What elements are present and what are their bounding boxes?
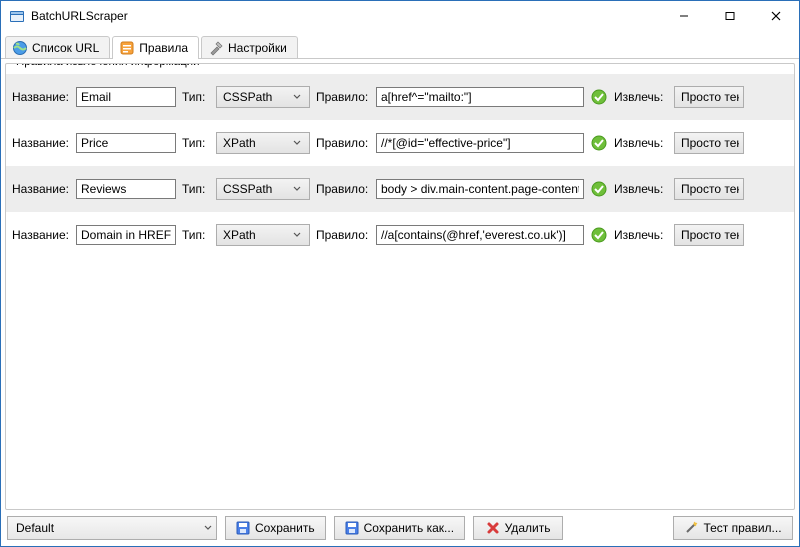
groupbox-legend: Правила извлечения информации — [12, 63, 204, 68]
button-label: Сохранить как... — [364, 521, 454, 535]
name-input[interactable] — [76, 133, 176, 153]
name-input[interactable] — [76, 87, 176, 107]
label-name: Название: — [12, 182, 70, 196]
bottombar: Default Сохранить — [1, 510, 799, 546]
chevron-down-icon — [204, 524, 212, 532]
label-extract: Извлечь: — [614, 136, 668, 150]
label-extract: Извлечь: — [614, 182, 668, 196]
combo-text: Просто текст — [681, 228, 739, 242]
label-type: Тип: — [182, 136, 210, 150]
rules-list: Название: Тип: CSSPath Правило: — [6, 74, 794, 509]
label-name: Название: — [12, 90, 70, 104]
tools-icon — [208, 40, 224, 56]
tab-label: Настройки — [228, 41, 287, 55]
tab-label: Список URL — [32, 41, 99, 55]
window-title: BatchURLScraper — [31, 9, 661, 23]
combo-text: CSSPath — [223, 90, 293, 104]
button-label: Тест правил... — [703, 521, 781, 535]
combo-text: Просто текст — [681, 136, 739, 150]
rule-input[interactable] — [376, 179, 584, 199]
combo-text: Просто текст — [681, 90, 739, 104]
tab-label: Правила — [139, 41, 188, 55]
rule-row: Название: Тип: CSSPath Правило: — [6, 166, 794, 212]
label-name: Название: — [12, 136, 70, 150]
disk-icon — [345, 521, 359, 535]
test-rules-button[interactable]: Тест правил... — [673, 516, 793, 540]
extract-combo[interactable]: Просто текст — [674, 178, 744, 200]
close-button[interactable] — [753, 1, 799, 31]
type-combo[interactable]: CSSPath — [216, 86, 310, 108]
chevron-down-icon — [293, 231, 305, 239]
chevron-down-icon — [293, 185, 305, 193]
rules-groupbox: Правила извлечения информации Название: … — [5, 63, 795, 510]
tab-settings[interactable]: Настройки — [201, 36, 298, 58]
app-icon — [9, 8, 25, 24]
extract-combo[interactable]: Просто текст — [674, 86, 744, 108]
combo-text: Default — [16, 521, 204, 535]
rules-icon — [119, 40, 135, 56]
chevron-down-icon — [293, 139, 305, 147]
status-ok-icon — [590, 180, 608, 198]
label-rule: Правило: — [316, 90, 370, 104]
extract-combo[interactable]: Просто текст — [674, 132, 744, 154]
rule-input[interactable] — [376, 87, 584, 107]
tabstrip: Список URL Правила Настройки — [1, 31, 799, 59]
label-type: Тип: — [182, 182, 210, 196]
rule-input[interactable] — [376, 225, 584, 245]
name-input[interactable] — [76, 179, 176, 199]
label-name: Название: — [12, 228, 70, 242]
profile-combo[interactable]: Default — [7, 516, 217, 540]
rule-row: Название: Тип: CSSPath Правило: — [6, 74, 794, 120]
button-label: Удалить — [505, 521, 551, 535]
combo-text: XPath — [223, 136, 293, 150]
delete-icon — [486, 521, 500, 535]
wand-icon — [684, 521, 698, 535]
combo-text: CSSPath — [223, 182, 293, 196]
app-window: BatchURLScraper Список URL — [0, 0, 800, 547]
minimize-button[interactable] — [661, 1, 707, 31]
titlebar: BatchURLScraper — [1, 1, 799, 31]
rule-row: Название: Тип: XPath Правило: — [6, 120, 794, 166]
save-button[interactable]: Сохранить — [225, 516, 326, 540]
status-ok-icon — [590, 134, 608, 152]
save-as-button[interactable]: Сохранить как... — [334, 516, 465, 540]
rule-row: Название: Тип: XPath Правило: — [6, 212, 794, 258]
name-input[interactable] — [76, 225, 176, 245]
chevron-down-icon — [293, 93, 305, 101]
status-ok-icon — [590, 88, 608, 106]
type-combo[interactable]: XPath — [216, 132, 310, 154]
type-combo[interactable]: CSSPath — [216, 178, 310, 200]
rule-input[interactable] — [376, 133, 584, 153]
status-ok-icon — [590, 226, 608, 244]
label-type: Тип: — [182, 90, 210, 104]
label-extract: Извлечь: — [614, 90, 668, 104]
delete-button[interactable]: Удалить — [473, 516, 563, 540]
label-rule: Правило: — [316, 136, 370, 150]
combo-text: XPath — [223, 228, 293, 242]
label-rule: Правило: — [316, 182, 370, 196]
tab-url-list[interactable]: Список URL — [5, 36, 110, 58]
button-label: Сохранить — [255, 521, 315, 535]
combo-text: Просто текст — [681, 182, 739, 196]
label-rule: Правило: — [316, 228, 370, 242]
maximize-button[interactable] — [707, 1, 753, 31]
extract-combo[interactable]: Просто текст — [674, 224, 744, 246]
label-type: Тип: — [182, 228, 210, 242]
tab-rules[interactable]: Правила — [112, 36, 199, 59]
type-combo[interactable]: XPath — [216, 224, 310, 246]
globe-icon — [12, 40, 28, 56]
label-extract: Извлечь: — [614, 228, 668, 242]
disk-icon — [236, 521, 250, 535]
